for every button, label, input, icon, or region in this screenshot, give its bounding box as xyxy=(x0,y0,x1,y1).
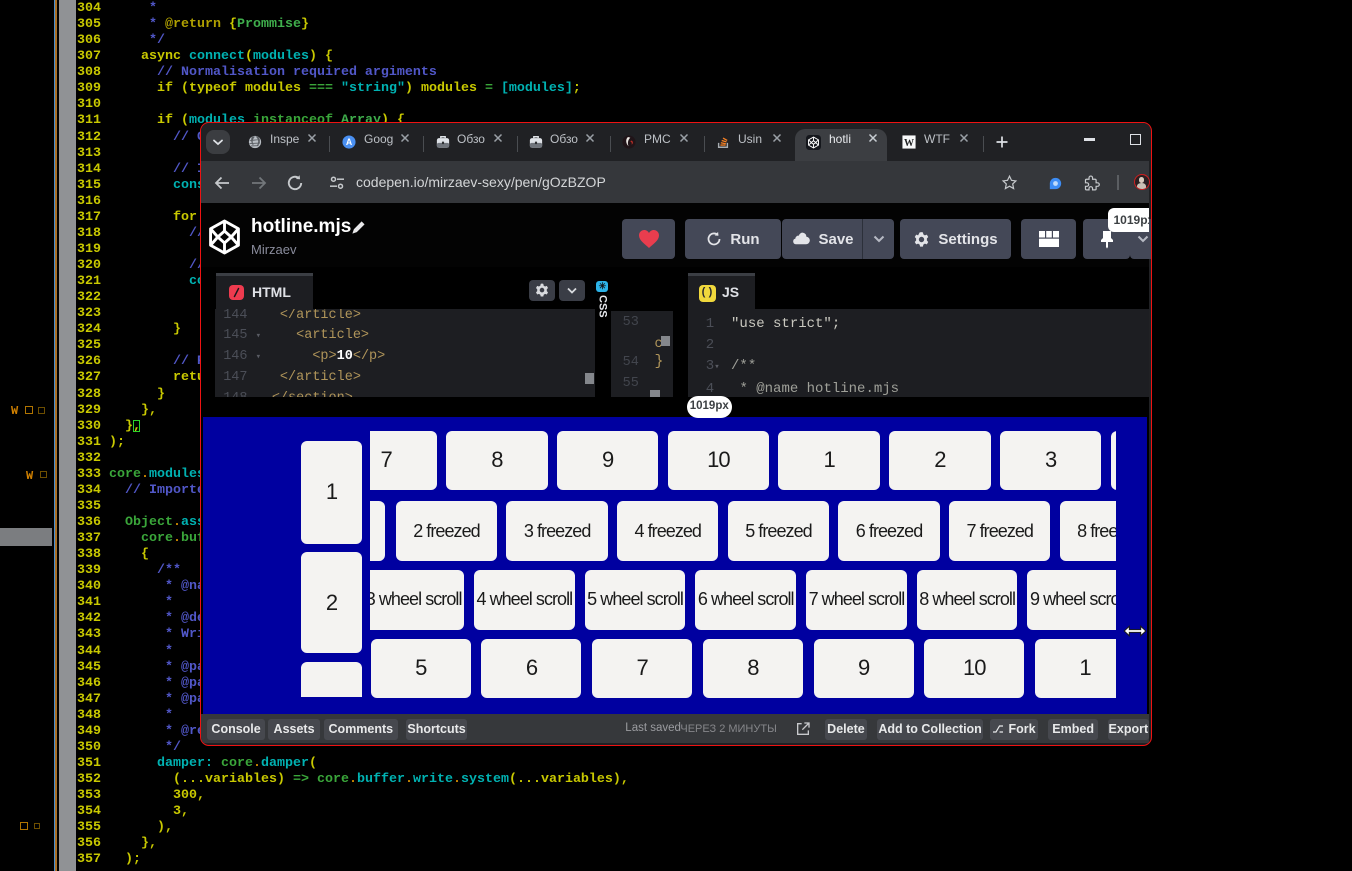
svg-text:A: A xyxy=(346,137,353,147)
svg-text:W: W xyxy=(904,138,914,149)
